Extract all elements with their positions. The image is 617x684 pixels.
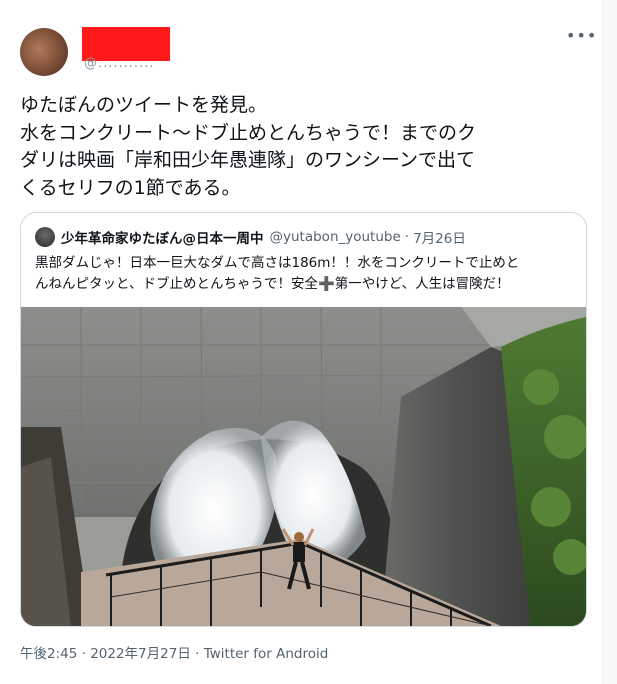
quoted-author-name: 少年革命家ゆたぼん@日本一周中 [61,231,264,247]
quoted-tweet-card[interactable]: 少年革命家ゆたぼん@日本一周中 @yutabon_youtube · 7月26日… [20,212,587,627]
author-handle[interactable]: @........... [84,56,154,71]
quoted-text-line: 黒部ダムじゃ！日本一巨大なダムで高さは186m！！水をコンクリートで止めと [35,255,520,271]
more-horizontal-icon[interactable]: ••• [566,26,597,45]
tweet-source[interactable]: Twitter for Android [204,646,329,662]
page-gutter [603,0,617,684]
quoted-tweet-text: 黒部ダムじゃ！日本一巨大なダムで高さは186m！！水をコンクリートで止めと んね… [35,253,575,295]
quoted-text-line: んねんピタッと、ドブ止めとんちゃうで！安全➕第一やけど、人生は冒険だ！ [35,276,510,292]
quoted-tweet-date: 7月26日 [413,231,466,247]
tweet-text: ゆたぼんのツイートを発見。 水をコンクリート～ドブ止めとんちゃうで！までのク ダ… [20,92,580,202]
tweet-text-line: ダリは映画「岸和田少年愚連隊」のワンシーンで出て [20,149,476,171]
tweet-detail: @........... ••• ゆたぼんのツイートを発見。 水をコンクリート～… [0,0,617,684]
quoted-tweet-photo[interactable] [21,307,586,626]
tweet-text-line: ゆたぼんのツイートを発見。 [20,94,268,116]
quoted-author-avatar [35,227,55,247]
tweet-timestamp[interactable]: 午後2:45 · 2022年7月27日 [20,646,191,662]
quoted-tweet-header: 少年革命家ゆたぼん@日本一周中 @yutabon_youtube · 7月26日 [35,227,466,247]
tweet-text-line: 水をコンクリート～ドブ止めとんちゃうで！までのク [20,121,477,144]
dam-photo [21,307,586,626]
author-avatar[interactable] [20,28,68,76]
separator-dot: · [404,229,410,245]
tweet-metadata: 午後2:45 · 2022年7月27日 · Twitter for Androi… [20,642,328,662]
quoted-author-handle: @yutabon_youtube [269,229,401,245]
separator-dot: · [195,646,200,662]
tweet-text-line: くるセリフの1節である。 [20,176,241,199]
